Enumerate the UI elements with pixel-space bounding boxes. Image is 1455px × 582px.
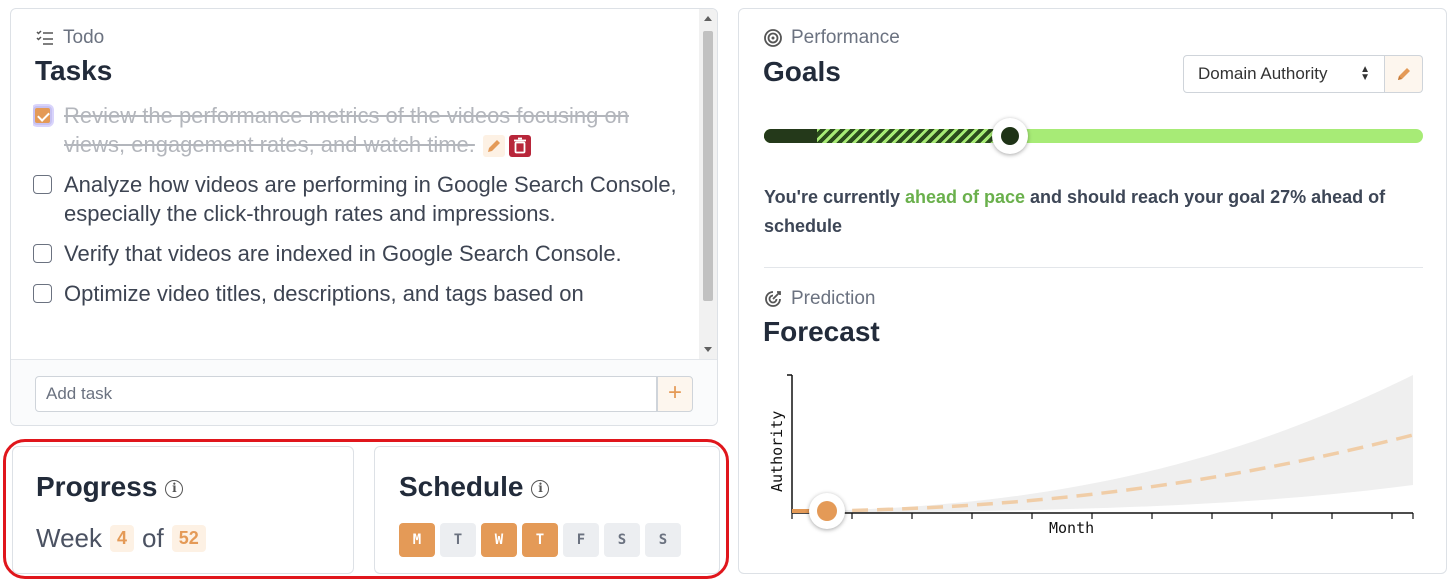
schedule-title-row: Schedule i	[399, 471, 550, 503]
info-icon[interactable]: i	[165, 479, 184, 498]
y-axis-label: Authority	[768, 411, 786, 492]
task-checkbox[interactable]	[33, 244, 52, 263]
task-checkbox[interactable]	[33, 284, 52, 303]
day-toggle[interactable]: T	[522, 523, 558, 557]
goal-metric-select[interactable]: Domain Authority ▲ ▼	[1183, 55, 1385, 93]
pace-prefix: You're currently	[764, 187, 905, 207]
edit-goal-button[interactable]	[1385, 55, 1423, 93]
todo-label-text: Todo	[63, 27, 105, 48]
progress-card: Progress i Week 4 of 52	[12, 446, 354, 574]
todo-section-label: Todo	[35, 27, 104, 49]
task-body: Analyze how videos are performing in Goo…	[64, 170, 693, 228]
forecast-title: Forecast	[763, 316, 880, 347]
task-body: Review the performance metrics of the vi…	[64, 101, 693, 159]
day-toggle[interactable]: F	[563, 523, 599, 557]
day-toggle[interactable]: M	[399, 523, 435, 557]
task-item: Analyze how videos are performing in Goo…	[33, 170, 693, 228]
select-arrows-icon: ▲ ▼	[1360, 64, 1370, 83]
goal-progress-track	[764, 118, 1423, 154]
task-checkbox[interactable]	[33, 106, 52, 125]
info-icon[interactable]: i	[531, 479, 550, 498]
day-toggle[interactable]: S	[604, 523, 640, 557]
goals-title: Goals	[763, 56, 841, 87]
tasks-title: Tasks	[35, 55, 113, 86]
edit-task-button[interactable]	[482, 135, 505, 158]
day-toggle[interactable]: W	[481, 523, 517, 557]
progress-title: Progress	[36, 471, 158, 502]
task-list[interactable]: Review the performance metrics of the vi…	[33, 101, 693, 357]
pace-message: You're currently ahead of pace and shoul…	[764, 183, 1404, 241]
task-body: Verify that videos are indexed in Google…	[64, 239, 622, 268]
trash-icon	[513, 137, 526, 154]
task-item: Review the performance metrics of the vi…	[33, 101, 693, 159]
day-toggle[interactable]: S	[645, 523, 681, 557]
day-toggle[interactable]: T	[440, 523, 476, 557]
of-label: of	[142, 523, 164, 553]
total-weeks-badge: 52	[171, 525, 206, 552]
goal-progress-completed	[764, 129, 817, 143]
checklist-icon	[36, 30, 53, 45]
add-task-input[interactable]	[35, 376, 657, 412]
forecast-chart: Authority Month	[768, 374, 1414, 537]
schedule-title: Schedule	[399, 471, 524, 502]
forecast-target-icon	[765, 291, 781, 307]
task-text: Verify that videos are indexed in Google…	[64, 241, 622, 266]
task-text: Optimize video titles, descriptions, and…	[64, 281, 584, 306]
add-task-button[interactable]: +	[657, 376, 693, 412]
todo-card: Todo Tasks Review the performance metric…	[10, 8, 718, 426]
day-selector: MTWTFSS	[399, 523, 681, 557]
x-axis-label: Month	[1049, 519, 1094, 537]
scroll-up-arrow-icon[interactable]	[704, 16, 712, 21]
task-actions	[482, 135, 531, 158]
current-week-badge: 4	[110, 525, 135, 552]
pencil-icon	[487, 140, 500, 153]
scroll-down-arrow-icon[interactable]	[704, 347, 712, 352]
task-text: Review the performance metrics of the vi…	[64, 103, 629, 157]
performance-section-label: Performance	[763, 27, 900, 49]
divider	[764, 267, 1423, 268]
performance-card: Performance Goals Domain Authority ▲ ▼ Yo…	[738, 8, 1447, 574]
task-item: Verify that videos are indexed in Google…	[33, 239, 693, 268]
task-item: Optimize video titles, descriptions, and…	[33, 279, 693, 308]
schedule-card: Schedule i MTWTFSS	[374, 446, 720, 574]
pencil-icon	[1397, 68, 1410, 80]
prediction-section-label: Prediction	[763, 288, 876, 310]
task-text: Analyze how videos are performing in Goo…	[64, 172, 677, 226]
target-icon	[764, 29, 782, 47]
task-checkbox[interactable]	[33, 175, 52, 194]
goal-metric-value: Domain Authority	[1198, 64, 1328, 83]
scroll-thumb[interactable]	[703, 31, 713, 301]
forecast-current-point[interactable]	[817, 501, 837, 521]
add-task-bar: +	[11, 359, 717, 425]
x-axis-ticks	[791, 513, 1414, 519]
progress-title-row: Progress i	[36, 471, 184, 503]
delete-task-button[interactable]	[508, 135, 531, 158]
week-indicator: Week 4 of 52	[36, 523, 206, 554]
goal-progress-handle[interactable]	[992, 118, 1029, 154]
task-list-scrollbar[interactable]	[699, 9, 717, 359]
performance-label-text: Performance	[791, 27, 900, 48]
task-body: Optimize video titles, descriptions, and…	[64, 279, 584, 308]
prediction-label-text: Prediction	[791, 288, 876, 309]
week-label: Week	[36, 523, 102, 553]
pace-highlight: ahead of pace	[905, 187, 1026, 207]
